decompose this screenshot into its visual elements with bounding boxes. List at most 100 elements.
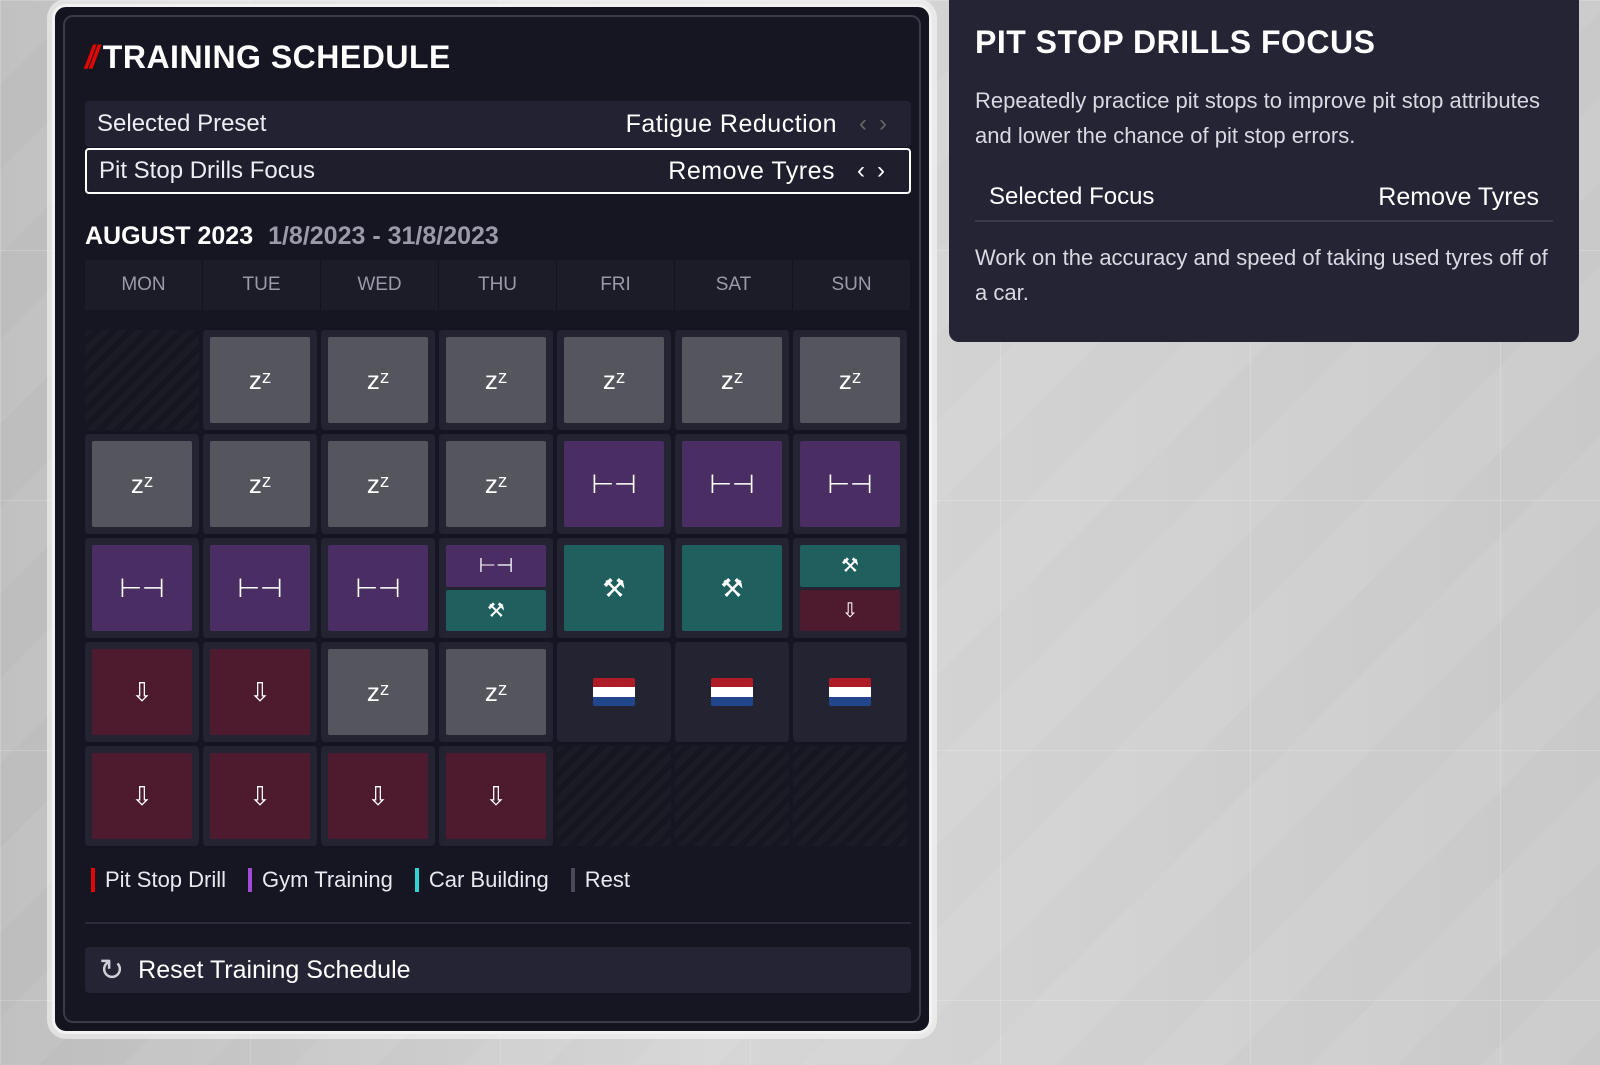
activity-tile: ⊢⊣ bbox=[92, 545, 192, 631]
hammer-icon: ⚒ bbox=[682, 545, 782, 631]
calendar-grid: zᶻ zᶻ zᶻ zᶻ zᶻ zᶻ zᶻ zᶻ zᶻ zᶻ ⊢⊣ ⊢⊣ ⊢⊣ ⊢⊣ ⊢⊣ ⊢⊣ ⊢⊣ ⚒ ⚒ ⚒ ⚒ ⇩ ⇩… bbox=[85, 330, 911, 846]
pit-stop-icon: ⇩ bbox=[800, 589, 900, 631]
pit-stop-focus-selector[interactable]: Pit Stop Drills Focus Remove Tyres ‹ › bbox=[85, 148, 911, 194]
calendar-day[interactable]: ⇩ bbox=[203, 642, 317, 742]
calendar-day[interactable]: zᶻ bbox=[203, 434, 317, 534]
weekday-label: THU bbox=[439, 260, 557, 310]
legend-label: Gym Training bbox=[262, 867, 393, 892]
hammer-icon: ⚒ bbox=[446, 589, 546, 631]
focus-value: Remove Tyres bbox=[668, 156, 835, 185]
reset-label: Reset Training Schedule bbox=[138, 955, 411, 984]
calendar-day[interactable]: zᶻ bbox=[439, 642, 553, 742]
calendar-day[interactable]: zᶻ bbox=[321, 434, 435, 534]
rest-icon: zᶻ bbox=[92, 441, 192, 527]
activity-tile: ⊢⊣ bbox=[564, 441, 664, 527]
title-slashes-icon: // bbox=[85, 39, 99, 75]
activity-tile: ⇩ bbox=[92, 649, 192, 735]
legend-item-gym: Gym Training bbox=[248, 867, 393, 893]
legend: Pit Stop Drill Gym Training Car Building… bbox=[91, 867, 630, 893]
activity-tile: ⇩ bbox=[446, 753, 546, 839]
calendar-day[interactable]: ⊢⊣ bbox=[321, 538, 435, 638]
calendar-day[interactable]: zᶻ bbox=[85, 434, 199, 534]
netherlands-flag-icon bbox=[593, 678, 635, 706]
activity-tile: zᶻ bbox=[210, 337, 310, 423]
calendar-day[interactable]: ⇩ bbox=[203, 746, 317, 846]
activity-tile: ⊢⊣ bbox=[210, 545, 310, 631]
dumbbell-icon: ⊢⊣ bbox=[682, 441, 782, 527]
weekday-label: MON bbox=[85, 260, 203, 310]
activity-tile: ⇩ bbox=[92, 753, 192, 839]
dumbbell-icon: ⊢⊣ bbox=[210, 545, 310, 631]
preset-selector[interactable]: Selected Preset Fatigue Reduction ‹ › bbox=[85, 101, 911, 147]
calendar-day[interactable]: ⚒ bbox=[557, 538, 671, 638]
activity-tile: ⊢⊣ ⚒ bbox=[446, 545, 546, 631]
netherlands-flag-icon bbox=[711, 678, 753, 706]
calendar-day[interactable]: zᶻ bbox=[321, 330, 435, 430]
divider bbox=[85, 922, 911, 924]
date-range: 1/8/2023 - 31/8/2023 bbox=[268, 222, 499, 250]
hammer-icon: ⚒ bbox=[564, 545, 664, 631]
calendar-day bbox=[85, 330, 199, 430]
chevron-left-icon[interactable]: ‹ bbox=[857, 157, 865, 185]
pit-stop-icon: ⇩ bbox=[328, 753, 428, 839]
calendar-day[interactable]: ⊢⊣ bbox=[675, 434, 789, 534]
calendar-day[interactable]: ⊢⊣ bbox=[203, 538, 317, 638]
weekday-label: WED bbox=[321, 260, 439, 310]
calendar-day[interactable]: ⇩ bbox=[321, 746, 435, 846]
calendar-day[interactable]: ⚒ bbox=[675, 538, 789, 638]
calendar-day bbox=[675, 746, 789, 846]
legend-swatch bbox=[91, 868, 95, 892]
rest-icon: zᶻ bbox=[446, 337, 546, 423]
legend-item-pit-stop: Pit Stop Drill bbox=[91, 867, 226, 893]
chevron-right-icon[interactable]: › bbox=[879, 110, 887, 138]
calendar-day[interactable]: zᶻ bbox=[675, 330, 789, 430]
calendar-day[interactable]: ⊢⊣ ⚒ bbox=[439, 538, 553, 638]
calendar-day[interactable]: zᶻ bbox=[203, 330, 317, 430]
legend-label: Car Building bbox=[428, 867, 549, 892]
chevron-right-icon[interactable]: › bbox=[877, 157, 885, 185]
calendar-day[interactable]: zᶻ bbox=[439, 434, 553, 534]
reset-icon: ↻ bbox=[99, 953, 125, 987]
chevron-left-icon[interactable]: ‹ bbox=[859, 110, 867, 138]
activity-tile: zᶻ bbox=[328, 649, 428, 735]
activity-tile: ⚒ ⇩ bbox=[800, 545, 900, 631]
rest-icon: zᶻ bbox=[800, 337, 900, 423]
legend-item-rest: Rest bbox=[570, 867, 630, 893]
month-label: AUGUST 2023 bbox=[85, 222, 254, 250]
activity-tile: zᶻ bbox=[210, 441, 310, 527]
activity-tile: zᶻ bbox=[446, 649, 546, 735]
calendar-day[interactable]: ⇩ bbox=[439, 746, 553, 846]
dumbbell-icon: ⊢⊣ bbox=[800, 441, 900, 527]
netherlands-flag-icon bbox=[829, 678, 871, 706]
focus-description: Work on the accuracy and speed of taking… bbox=[975, 245, 1548, 305]
calendar-day[interactable]: ⇩ bbox=[85, 642, 199, 742]
activity-tile: ⇩ bbox=[210, 649, 310, 735]
weekday-label: SUN bbox=[793, 260, 911, 310]
training-schedule-inner: // TRAINING SCHEDULE Selected Preset Fat… bbox=[63, 15, 921, 1023]
calendar-day[interactable]: ⊢⊣ bbox=[557, 434, 671, 534]
calendar-day[interactable]: zᶻ bbox=[321, 642, 435, 742]
preset-label: Selected Preset bbox=[97, 110, 267, 137]
activity-tile: zᶻ bbox=[682, 337, 782, 423]
calendar-day bbox=[793, 746, 907, 846]
activity-tile: zᶻ bbox=[328, 441, 428, 527]
calendar-day[interactable]: ⊢⊣ bbox=[85, 538, 199, 638]
reset-schedule-button[interactable]: ↻ Reset Training Schedule bbox=[85, 947, 911, 993]
preset-arrows: ‹ › bbox=[859, 110, 899, 138]
calendar-day bbox=[557, 746, 671, 846]
calendar-day[interactable]: zᶻ bbox=[793, 330, 907, 430]
activity-tile: ⚒ bbox=[564, 545, 664, 631]
calendar-day[interactable]: zᶻ bbox=[557, 330, 671, 430]
calendar-day[interactable]: ⚒ ⇩ bbox=[793, 538, 907, 638]
focus-label: Pit Stop Drills Focus bbox=[99, 157, 316, 184]
rest-icon: zᶻ bbox=[328, 649, 428, 735]
activity-tile: ⊢⊣ bbox=[328, 545, 428, 631]
calendar-day[interactable]: ⊢⊣ bbox=[793, 434, 907, 534]
panel-title: // TRAINING SCHEDULE bbox=[85, 39, 451, 76]
calendar-day[interactable]: ⇩ bbox=[85, 746, 199, 846]
activity-tile: ⇩ bbox=[328, 753, 428, 839]
selected-focus-value: Remove Tyres bbox=[1378, 183, 1539, 211]
training-schedule-panel: // TRAINING SCHEDULE Selected Preset Fat… bbox=[52, 4, 932, 1034]
preset-value: Fatigue Reduction bbox=[625, 109, 837, 138]
calendar-day[interactable]: zᶻ bbox=[439, 330, 553, 430]
